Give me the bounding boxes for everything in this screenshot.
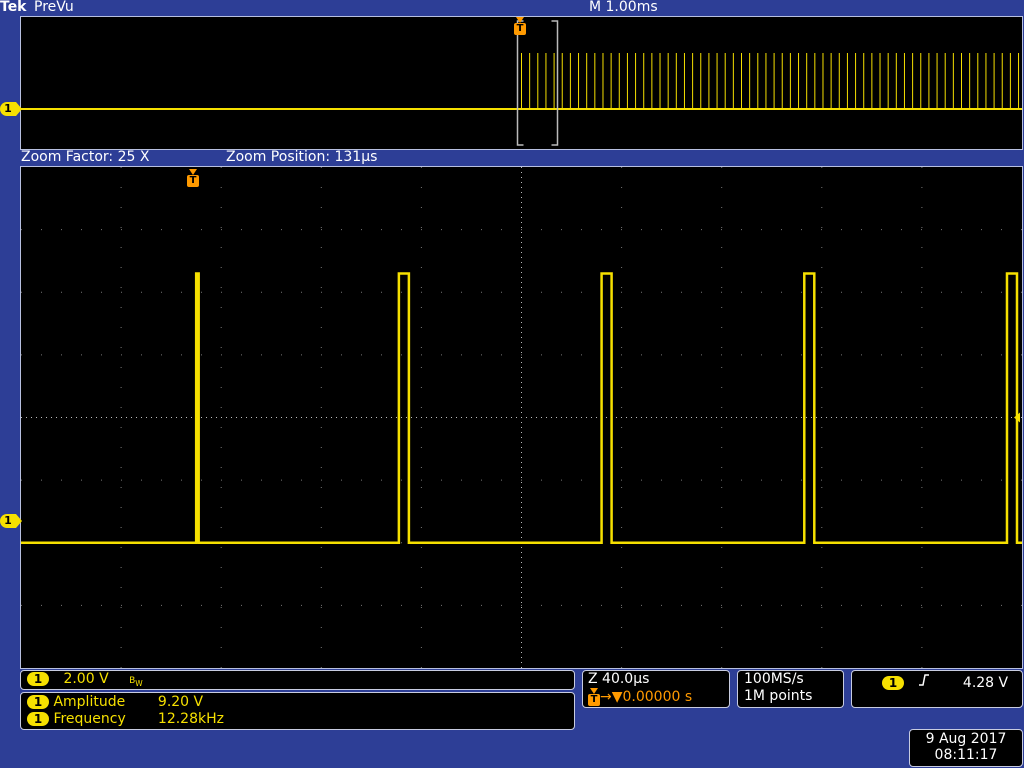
channel-1-badge: 1 [27,672,49,686]
graticule [21,167,1022,668]
measurement-frequency: 1 Frequency 12.28kHz [27,711,224,727]
channel-1-badge: 1 [27,695,49,709]
trigger-level: 4.28 V [962,675,1009,691]
record-length: 1M points [744,688,813,704]
main-timebase-readout[interactable]: M 1.00ms [589,0,658,15]
overview-pulses [521,53,1020,109]
trigger-icon: T [588,688,600,706]
channel-1-scale-box[interactable]: 1 2.00 V BW [20,670,575,690]
trigger-box[interactable]: 1 4.28 V [851,670,1023,708]
trigger-delay: 0.00000 s [622,689,693,705]
trigger-position-marker[interactable]: T [187,169,199,187]
measurement-value: 12.28kHz [157,711,224,727]
date: 9 Aug 2017 [925,731,1007,747]
zoom-position-label: Zoom Position: 131µs [226,149,378,165]
measurement-name: Frequency [53,711,126,727]
channel-1-badge: 1 [27,712,49,726]
acquisition-state: PreVu [34,0,74,15]
datetime-box: 9 Aug 2017 08:11:17 [909,729,1023,767]
measurement-amplitude: 1 Amplitude 9.20 V [27,694,203,710]
zoom-timebase: Z 40.0µs [588,671,650,687]
measurements-box[interactable]: 1 Amplitude 9.20 V 1 Frequency 12.28kHz [20,692,575,730]
tek-logo: Tek [0,0,27,15]
channel-1-ground-marker-overview[interactable]: 1 [0,102,22,116]
rising-edge-icon [918,673,930,687]
zoom-waveform-plot [21,167,1022,668]
timebase-box[interactable]: Z 40.0µs T →▼0.00000 s [582,670,730,708]
measurement-name: Amplitude [53,694,126,710]
trigger-position-marker-overview[interactable]: T [514,17,526,35]
trigger-source-badge: 1 [882,676,904,690]
sample-rate: 100MS/s [744,671,804,687]
channel-1-ground-marker[interactable]: 1 [0,514,22,528]
zoom-factor-label: Zoom Factor: 25 X [21,149,150,165]
time: 08:11:17 [934,747,998,763]
overview-waveform-window[interactable] [20,16,1023,150]
zoom-waveform-window[interactable] [20,166,1023,669]
overview-waveform-plot [21,20,1022,146]
bandwidth-limit-icon: BW [129,676,143,688]
status-bar: Tek PreVu M 1.00ms [0,0,1024,16]
measurement-value: 9.20 V [157,694,204,710]
delay-arrow-icon: →▼ [600,689,623,705]
channel-1-scale: 2.00 V [63,671,109,687]
acquisition-box[interactable]: 100MS/s 1M points [737,670,844,708]
zoom-bracket-left [516,20,524,146]
